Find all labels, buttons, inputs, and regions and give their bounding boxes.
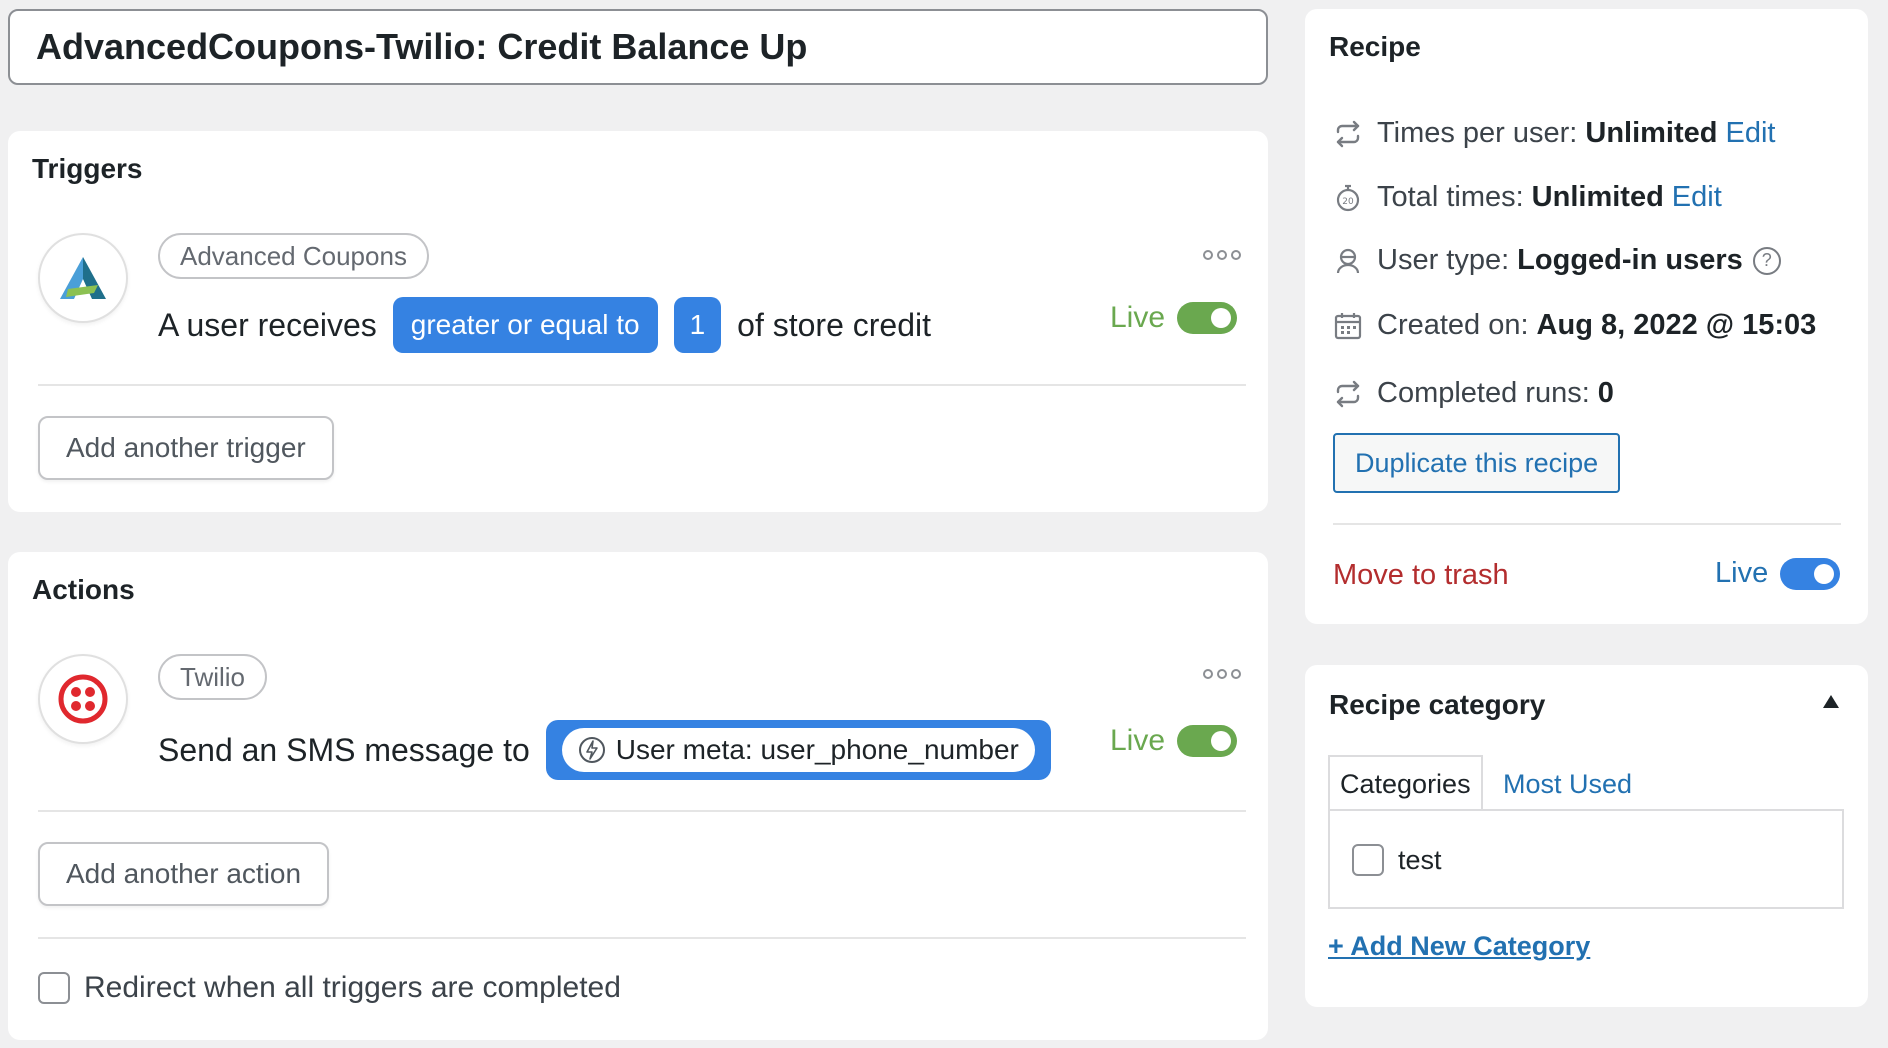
trigger-live-toggle[interactable] [1177,302,1238,334]
actions-heading: Actions [32,574,135,605]
bolt-icon [578,737,605,763]
action-more-menu[interactable] [1203,669,1241,679]
created-on-label: Created on: [1377,309,1529,341]
category-item-label: test [1398,844,1442,875]
times-per-user-value: Unlimited [1585,117,1718,149]
category-checkbox[interactable] [1352,844,1384,876]
action-divider-bottom [38,937,1246,939]
trigger-operator-pill[interactable]: greater or equal to [392,297,658,353]
created-on-value: Aug 8, 2022 @ 15:03 [1536,309,1817,341]
user-meta-token-label: User meta: user_phone_number [615,734,1019,765]
user-icon [1333,246,1363,276]
twilio-logo [38,654,128,744]
recipe-status-label: Live [1715,557,1769,589]
user-type-label: User type: [1377,244,1510,276]
add-trigger-button[interactable]: Add another trigger [38,416,334,480]
edit-times-per-user-link[interactable]: Edit [1726,117,1776,150]
total-times-value: Unlimited [1531,181,1664,213]
edit-total-times-link[interactable]: Edit [1672,181,1722,214]
action-sentence: Send an SMS message to User meta: user_p… [158,720,1051,780]
created-on-row: Created on: Aug 8, 2022 @ 15:03 [1333,309,1816,342]
collapse-toggle-icon[interactable] [1823,695,1839,708]
completed-runs-row: Completed runs: 0 [1333,377,1614,410]
trigger-more-menu[interactable] [1203,250,1241,260]
redirect-option: Redirect when all triggers are completed [38,971,621,1005]
recipe-box: Recipe Times per user: Unlimited Edit 20… [1305,9,1868,624]
completed-runs-value: 0 [1597,377,1614,409]
recipe-box-heading: Recipe [1329,31,1421,62]
trigger-divider [38,384,1246,386]
user-type-row: User type: Logged-in users ? [1333,244,1781,277]
recipe-title-input[interactable]: AdvancedCoupons-Twilio: Credit Balance U… [8,9,1268,85]
action-recipient-pill[interactable]: User meta: user_phone_number [545,720,1051,780]
advanced-coupons-icon [60,257,106,299]
calendar-icon [1333,311,1363,341]
trigger-status: Live [1110,301,1238,335]
trigger-sentence-start: A user receives [158,306,377,343]
twilio-icon [58,674,108,724]
recipe-status: Live [1715,557,1841,590]
recipe-live-toggle[interactable] [1780,557,1841,590]
user-type-value: Logged-in users [1517,244,1743,276]
tab-categories[interactable]: Categories [1328,755,1483,811]
completed-runs-label: Completed runs: [1377,377,1590,409]
recipe-category-box: Recipe category Categories Most Used tes… [1305,665,1868,1007]
action-divider [38,810,1246,812]
total-times-row: 20 Total times: Unlimited Edit [1333,181,1722,214]
times-per-user-label: Times per user: [1377,117,1578,149]
trigger-sentence-end: of store credit [737,306,932,343]
triggers-panel: Triggers Advanced Coupons A user receive… [8,131,1268,512]
redirect-label: Redirect when all triggers are completed [84,971,621,1004]
add-action-button[interactable]: Add another action [38,842,330,906]
actions-panel: Actions Twilio Send an SMS message to Us… [8,552,1268,1040]
add-new-category-link[interactable]: + Add New Category [1328,931,1590,962]
trigger-sentence: A user receives greater or equal to 1 of… [158,297,931,353]
action-integration-tag: Twilio [158,654,268,700]
category-list: test [1328,809,1844,909]
repeat-icon [1333,119,1363,149]
trigger-amount-pill[interactable]: 1 [673,297,722,353]
triggers-heading: Triggers [32,153,143,184]
redirect-checkbox[interactable] [38,972,70,1004]
action-live-toggle[interactable] [1177,725,1238,757]
action-sentence-start: Send an SMS message to [158,731,530,768]
recipe-box-divider [1333,523,1841,525]
total-times-label: Total times: [1377,181,1524,213]
action-status: Live [1110,724,1238,758]
trigger-status-label: Live [1110,301,1166,334]
advanced-coupons-logo [38,233,128,323]
user-type-help-icon[interactable]: ? [1752,246,1781,275]
category-item: test [1352,844,1442,876]
move-to-trash-link[interactable]: Move to trash [1333,559,1509,592]
duplicate-recipe-button[interactable]: Duplicate this recipe [1333,433,1621,493]
stopwatch-icon: 20 [1333,183,1363,213]
user-meta-token[interactable]: User meta: user_phone_number [561,728,1035,772]
times-per-user-row: Times per user: Unlimited Edit [1333,117,1775,150]
trigger-integration-tag: Advanced Coupons [158,233,429,279]
runs-repeat-icon [1333,379,1363,409]
tab-most-used[interactable]: Most Used [1503,769,1632,800]
svg-text:20: 20 [1342,197,1354,207]
recipe-category-heading: Recipe category [1329,689,1546,720]
action-status-label: Live [1110,724,1166,757]
